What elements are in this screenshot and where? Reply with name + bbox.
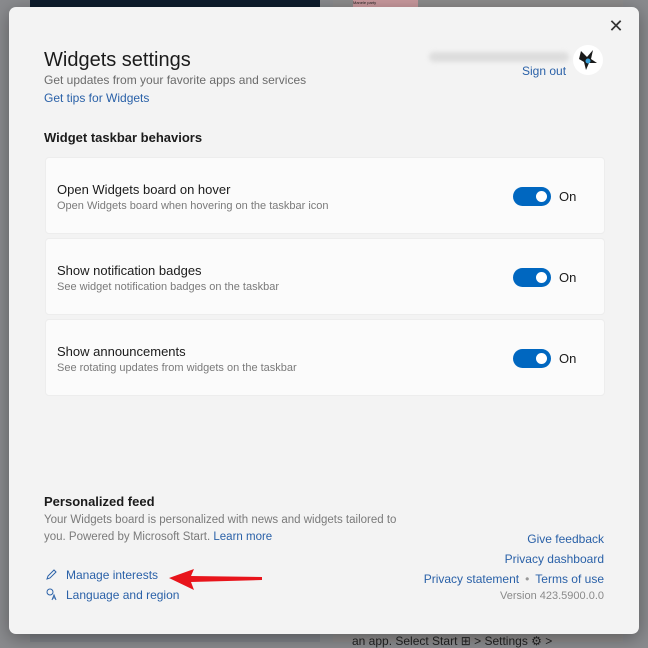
personalized-feed-heading: Personalized feed <box>44 494 155 509</box>
toggle-state: On <box>559 189 577 204</box>
badges-toggle[interactable] <box>513 268 551 287</box>
background-text: an app. Select Start ⊞ > Settings ⚙ > <box>352 634 553 648</box>
privacy-statement-link[interactable]: Privacy statement <box>424 572 519 586</box>
close-icon: ✕ <box>608 16 624 36</box>
setting-title: Show notification badges <box>57 263 202 278</box>
toggle-state: On <box>559 270 577 285</box>
terms-of-use-link[interactable]: Terms of use <box>535 572 604 586</box>
widgets-settings-dialog: ✕ Widgets settings Get updates from your… <box>9 7 639 634</box>
separator-dot: • <box>525 572 530 586</box>
setting-description: Open Widgets board when hovering on the … <box>57 200 329 212</box>
setting-title: Show announcements <box>57 344 186 359</box>
personalized-feed-description: Your Widgets board is personalized with … <box>44 512 404 546</box>
hover-toggle[interactable] <box>513 187 551 206</box>
toggle-knob <box>536 353 547 364</box>
get-tips-link[interactable]: Get tips for Widgets <box>44 91 149 105</box>
setting-card-announcements: Show announcements See rotating updates … <box>45 319 605 396</box>
setting-description: See widget notification badges on the ta… <box>57 281 279 293</box>
announcements-toggle[interactable] <box>513 349 551 368</box>
language-region-link[interactable]: Language and region <box>44 588 179 602</box>
pencil-icon <box>44 568 58 582</box>
page-title: Widgets settings <box>44 49 191 71</box>
language-region-label: Language and region <box>66 588 180 602</box>
setting-card-badges: Show notification badges See widget noti… <box>45 238 605 315</box>
avatar[interactable] <box>573 45 603 75</box>
page-subtitle: Get updates from your favorite apps and … <box>44 73 307 87</box>
avatar-image-icon <box>579 50 597 70</box>
toggle-knob <box>536 191 547 202</box>
language-icon <box>44 588 58 602</box>
manage-interests-link[interactable]: Manage interests <box>44 568 158 582</box>
sign-out-link[interactable]: Sign out <box>522 64 566 78</box>
setting-title: Open Widgets board on hover <box>57 182 231 197</box>
annotation-arrow-icon <box>169 569 262 590</box>
manage-interests-label: Manage interests <box>66 568 159 582</box>
toggle-knob <box>536 272 547 283</box>
setting-card-hover: Open Widgets board on hover Open Widgets… <box>45 157 605 234</box>
privacy-dashboard-link[interactable]: Privacy dashboard <box>505 552 604 566</box>
account-email-redacted <box>429 52 569 62</box>
learn-more-link[interactable]: Learn more <box>213 531 272 543</box>
setting-description: See rotating updates from widgets on the… <box>57 362 297 374</box>
give-feedback-link[interactable]: Give feedback <box>527 532 604 546</box>
close-button[interactable]: ✕ <box>607 17 625 35</box>
version-label: Version 423.5900.0.0 <box>500 590 604 602</box>
toggle-state: On <box>559 351 577 366</box>
legal-links: Privacy statement • Terms of use <box>424 572 604 586</box>
taskbar-behaviors-heading: Widget taskbar behaviors <box>44 130 203 145</box>
